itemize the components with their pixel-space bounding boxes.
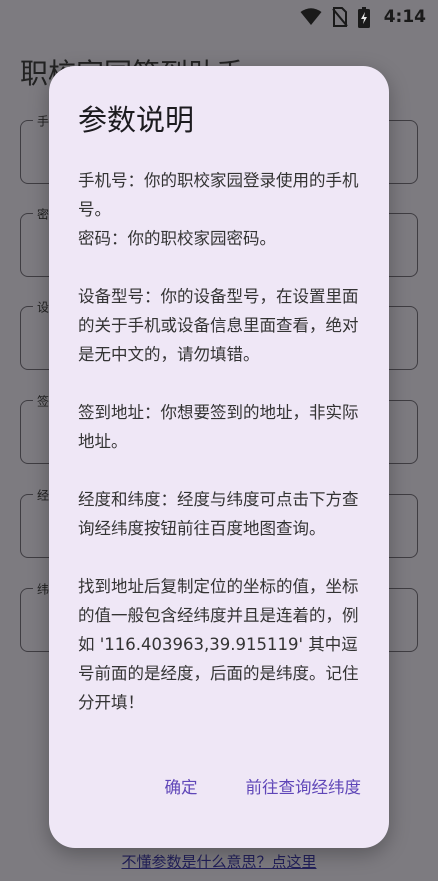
coordinate-note: 找到地址后复制定位的坐标的值，坐标的值一般包含经纬度并且是连着的，例如 '116…	[78, 577, 359, 712]
confirm-button[interactable]: 确定	[165, 774, 198, 798]
device-description: 设备型号：你的设备型号，在设置里面的关于手机或设备信息里面查看，绝对是无中文的，…	[78, 287, 359, 364]
address-description: 签到地址：你想要签到的地址，非实际地址。	[78, 403, 359, 451]
dialog-actions: 确定 前往查询经纬度	[165, 774, 362, 798]
dialog-title: 参数说明	[78, 103, 195, 137]
parameter-help-dialog: 参数说明 手机号：你的职校家园登录使用的手机号。 密码：你的职校家园密码。 设备…	[49, 66, 389, 848]
phone-description: 手机号：你的职校家园登录使用的手机号。	[78, 171, 359, 219]
lnglat-description: 经度和纬度：经度与纬度可点击下方查询经纬度按钮前往百度地图查询。	[78, 490, 359, 538]
query-coordinates-button[interactable]: 前往查询经纬度	[246, 774, 362, 798]
password-description: 密码：你的职校家园密码。	[78, 229, 276, 248]
dialog-body: 手机号：你的职校家园登录使用的手机号。 密码：你的职校家园密码。 设备型号：你的…	[78, 166, 360, 717]
